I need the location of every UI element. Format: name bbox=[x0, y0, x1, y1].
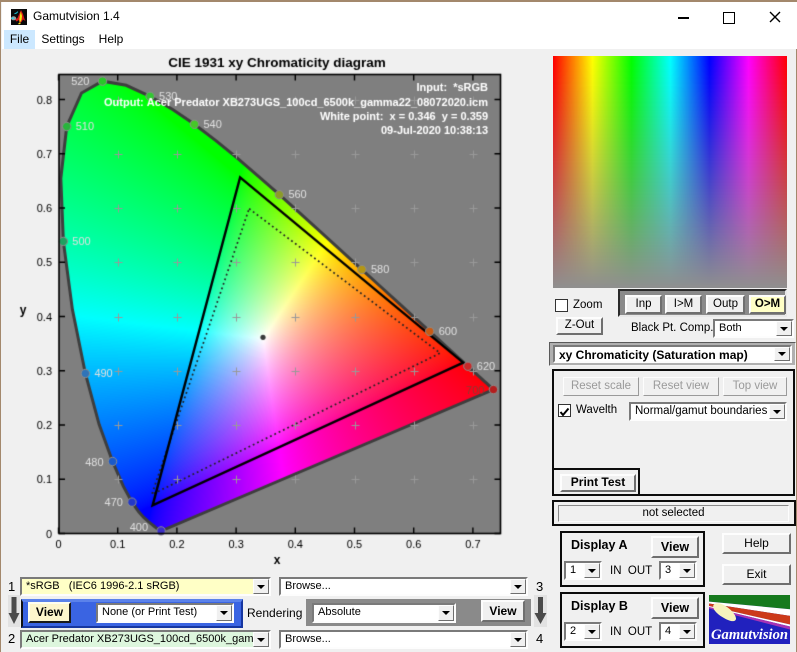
svg-text:Gamutvision: Gamutvision bbox=[711, 627, 788, 643]
